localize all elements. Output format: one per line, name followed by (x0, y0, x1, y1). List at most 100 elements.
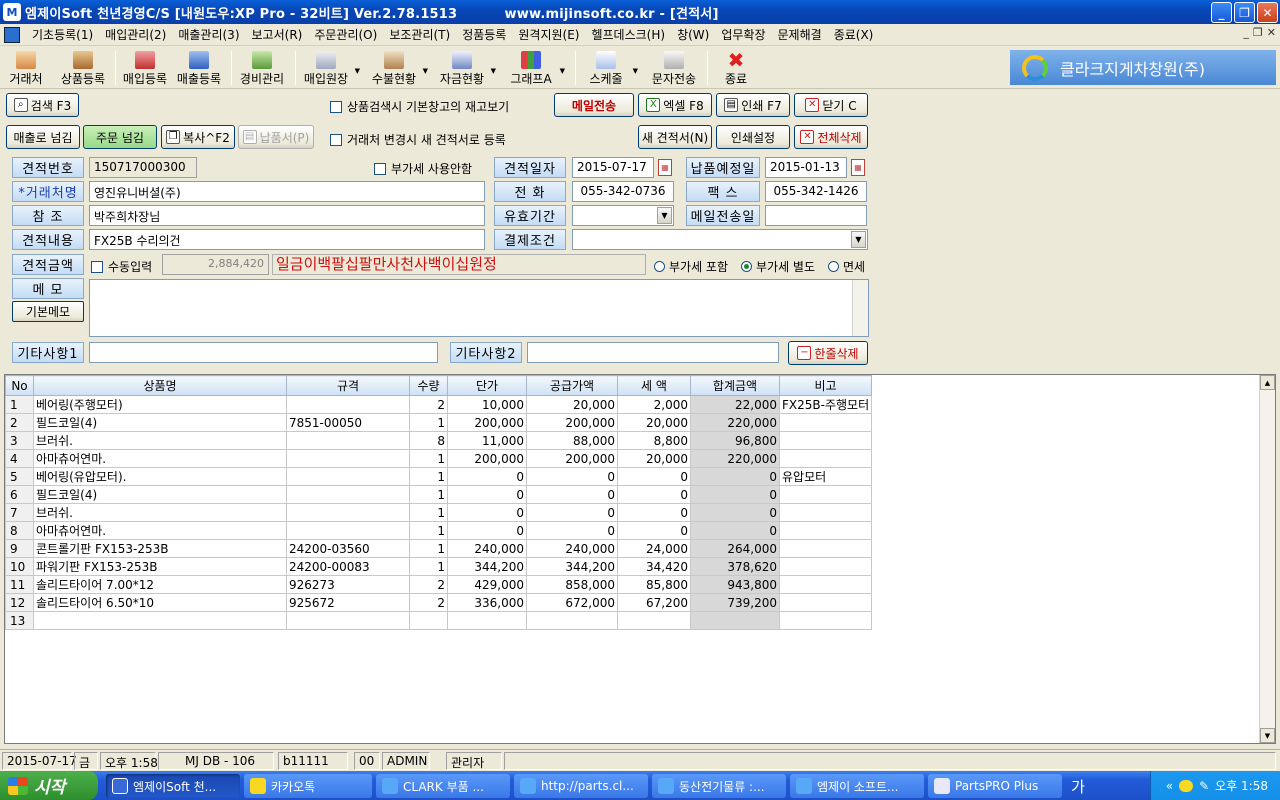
table-cell[interactable]: 0 (617, 485, 691, 504)
table-cell[interactable]: 1 (409, 539, 448, 558)
table-cell[interactable]: 베어링(유압모터). (33, 467, 287, 486)
table-cell[interactable]: 콘트롤기판 FX153-253B (33, 539, 287, 558)
mdi-restore-icon[interactable]: ❐ (1253, 26, 1263, 39)
menu-register[interactable]: 정품등록 (456, 26, 512, 43)
quote-date-field[interactable]: 2015-07-17 (572, 157, 654, 178)
menu-order[interactable]: 주문관리(O) (308, 26, 383, 43)
table-cell[interactable] (778, 521, 873, 540)
mdi-minimize-icon[interactable]: _ (1243, 26, 1249, 39)
print-button[interactable]: ▤ 인쇄 F7 (716, 93, 790, 117)
table-cell[interactable]: 858,000 (526, 575, 618, 594)
table-cell[interactable]: 672,000 (526, 593, 618, 612)
table-cell[interactable]: 0 (690, 467, 780, 486)
toolbar-purchase[interactable]: 매입등록 (120, 49, 170, 87)
default-memo-button[interactable]: 기본메모 (12, 301, 84, 322)
table-cell[interactable]: 10 (5, 557, 34, 576)
table-cell[interactable] (286, 503, 410, 522)
table-cell[interactable]: 0 (690, 485, 780, 504)
to-order-button[interactable]: 주문 넘김 (83, 125, 157, 149)
table-cell[interactable]: 1 (409, 467, 448, 486)
memo-scrollbar[interactable] (852, 280, 868, 336)
table-cell[interactable]: 1 (409, 449, 448, 468)
vat-separate-radio[interactable] (741, 261, 752, 272)
table-cell[interactable]: 0 (526, 503, 618, 522)
scroll-down-icon[interactable]: ▼ (1260, 728, 1275, 743)
table-cell[interactable] (778, 431, 873, 450)
table-cell[interactable]: 아마츄어연마. (33, 521, 287, 540)
table-cell[interactable]: 8 (409, 431, 448, 450)
table-cell[interactable]: 739,200 (690, 593, 780, 612)
items-grid[interactable]: No 상품명 규격 수량 단가 공급가액 세 액 합계금액 비고 1 베어링(주행… (4, 374, 1276, 744)
close-window-button[interactable]: ✕ (1257, 2, 1278, 23)
menu-purchase[interactable]: 매입관리(2) (99, 26, 172, 43)
chevron-down-icon[interactable]: ▼ (851, 231, 866, 248)
tray-pen-icon[interactable]: ✎ (1199, 779, 1209, 793)
table-cell[interactable]: 85,800 (617, 575, 691, 594)
task-mjsoft-web[interactable]: 엠제이 소프트... (790, 774, 924, 798)
table-cell[interactable]: 0 (447, 503, 527, 522)
app-icon[interactable]: M (3, 3, 21, 21)
column-header[interactable]: 비고 (778, 375, 873, 396)
table-cell[interactable]: FX25B-주행모터 (778, 395, 873, 414)
table-cell[interactable]: 0 (447, 485, 527, 504)
table-cell[interactable]: 925672 (286, 593, 410, 612)
table-cell[interactable]: 22,000 (690, 395, 780, 414)
menu-remote[interactable]: 원격지원(E) (512, 26, 585, 43)
table-cell[interactable] (447, 611, 527, 630)
table-cell[interactable]: 0 (690, 521, 780, 540)
menu-sales[interactable]: 매출관리(3) (172, 26, 245, 43)
payment-select[interactable]: ▼ (572, 229, 868, 250)
table-cell[interactable] (778, 503, 873, 522)
table-cell[interactable]: 943,800 (690, 575, 780, 594)
table-cell[interactable]: 브러쉬. (33, 431, 287, 450)
print-settings-button[interactable]: 인쇄설정 (716, 125, 790, 149)
table-row[interactable]: 6 필드코일(4) 1 0 0 0 0 (5, 485, 873, 504)
table-row[interactable]: 4 아마츄어연마. 1 200,000 200,000 20,000 220,000 (5, 449, 873, 468)
table-cell[interactable] (409, 611, 448, 630)
task-kakaotalk[interactable]: 카카오톡 (244, 774, 372, 798)
table-cell[interactable]: 0 (690, 503, 780, 522)
table-cell[interactable]: 378,620 (690, 557, 780, 576)
search-button[interactable]: ⌕ 검색 F3 (6, 93, 79, 117)
table-cell[interactable]: 24200-03560 (286, 539, 410, 558)
toolbar-expense[interactable]: 경비관리 (236, 49, 288, 87)
table-cell[interactable] (778, 413, 873, 432)
column-header[interactable]: No (5, 375, 34, 396)
vat-separate-option[interactable]: 부가세 별도 (741, 258, 815, 275)
table-cell[interactable]: 9 (5, 539, 34, 558)
table-cell[interactable]: 아마츄어연마. (33, 449, 287, 468)
table-cell[interactable] (286, 395, 410, 414)
table-cell[interactable]: 필드코일(4) (33, 485, 287, 504)
table-cell[interactable] (778, 611, 873, 630)
toolbar-purchase-ledger[interactable]: 매입원장 ▼ (300, 49, 360, 87)
menu-extend[interactable]: 업무확장 (715, 26, 771, 43)
table-cell[interactable]: 6 (5, 485, 34, 504)
column-header[interactable]: 규격 (286, 375, 410, 396)
table-cell[interactable]: 24200-00083 (286, 557, 410, 576)
table-cell[interactable]: 20,000 (617, 449, 691, 468)
no-vat-toggle[interactable]: 부가세 사용안함 (374, 160, 472, 177)
table-cell[interactable] (286, 485, 410, 504)
table-cell[interactable]: 8 (5, 521, 34, 540)
table-row[interactable]: 9 콘트롤기판 FX153-253B 24200-03560 1 240,000 240,… (5, 539, 873, 558)
vat-exempt-radio[interactable] (828, 261, 839, 272)
table-cell[interactable]: 1 (409, 485, 448, 504)
table-cell[interactable] (778, 449, 873, 468)
table-cell[interactable]: 0 (447, 521, 527, 540)
excel-button[interactable]: X 엑셀 F8 (638, 93, 712, 117)
table-cell[interactable]: 200,000 (526, 413, 618, 432)
etc2-field[interactable] (527, 342, 779, 363)
toolbar-inventory[interactable]: 수불현황 ▼ (368, 49, 428, 87)
table-cell[interactable]: 11 (5, 575, 34, 594)
manual-input-toggle[interactable]: 수동입력 (91, 258, 152, 275)
table-cell[interactable]: 3 (5, 431, 34, 450)
menu-aux[interactable]: 보조관리(T) (383, 26, 456, 43)
ime-indicator[interactable]: 가 (1067, 774, 1089, 798)
table-cell[interactable]: 926273 (286, 575, 410, 594)
table-cell[interactable]: 0 (447, 467, 527, 486)
table-cell[interactable]: 0 (526, 521, 618, 540)
copy-button[interactable]: ❐ 복사^F2 (161, 125, 235, 149)
column-header[interactable]: 공급가액 (526, 375, 618, 396)
menu-window[interactable]: 창(W) (671, 26, 715, 43)
table-cell[interactable] (286, 521, 410, 540)
